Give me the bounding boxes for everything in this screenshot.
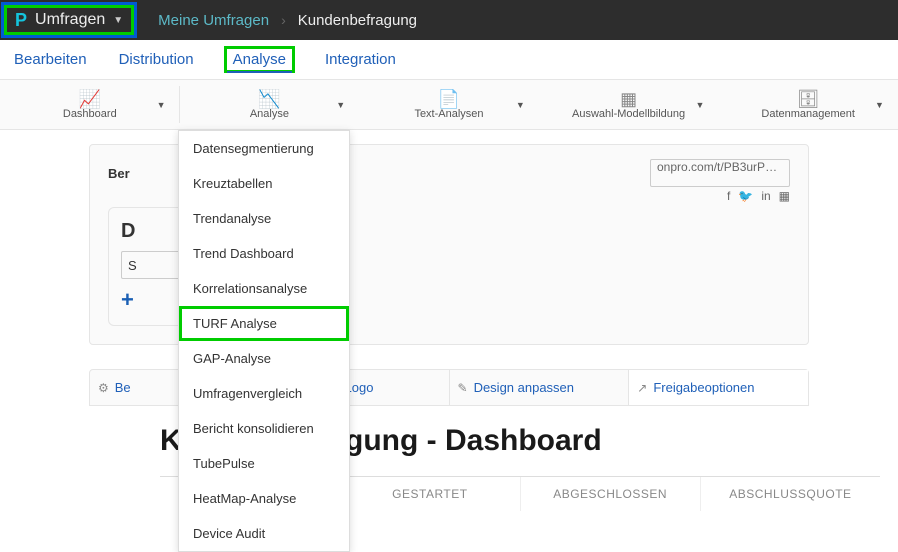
brand-logo-icon: P (15, 10, 27, 31)
ribbon-analyse-label: Analyse (250, 108, 289, 120)
toolbar-settings-label: Be (115, 380, 131, 395)
ribbon-data-management[interactable]: 🗄 Datenmanagement ▼ (718, 80, 898, 129)
caret-down-icon: ▼ (336, 100, 345, 110)
breadcrumb-my-surveys[interactable]: Meine Umfragen (158, 12, 269, 29)
menu-tubepulse[interactable]: TubePulse (179, 446, 349, 481)
menu-device-audit[interactable]: Device Audit (179, 516, 349, 551)
linkedin-icon[interactable]: in (761, 189, 770, 203)
ribbon-dashboard[interactable]: 📈 Dashboard ▼ (0, 80, 180, 129)
tab-integration[interactable]: Integration (323, 47, 398, 72)
main-tabs: Bearbeiten Distribution Analyse Integrat… (0, 40, 898, 80)
matrix-icon: ▦ (620, 90, 637, 108)
menu-data-segmentation[interactable]: Datensegmentierung (179, 131, 349, 166)
document-icon: 📄 (438, 90, 460, 108)
menu-correlation[interactable]: Korrelationsanalyse (179, 271, 349, 306)
menu-gap-analysis[interactable]: GAP-Analyse (179, 341, 349, 376)
stat-started: GESTARTET (340, 477, 520, 511)
caret-down-icon: ▼ (516, 100, 525, 110)
analyse-dropdown-menu: Datensegmentierung Kreuztabellen Trendan… (178, 130, 350, 552)
ribbon-text-label: Text-Analysen (414, 108, 483, 120)
chart-line-icon: 📈 (79, 90, 101, 108)
ribbon-model-label: Auswahl-Modellbildung (572, 108, 685, 120)
menu-turf-analysis[interactable]: TURF Analyse (179, 306, 349, 341)
tab-analyse[interactable]: Analyse (224, 46, 295, 73)
menu-trend-dashboard[interactable]: Trend Dashboard (179, 236, 349, 271)
twitter-icon[interactable]: 🐦 (738, 189, 753, 203)
ribbon-data-label: Datenmanagement (761, 108, 855, 120)
qr-icon[interactable]: ▦ (779, 189, 790, 203)
facebook-icon[interactable]: f (727, 189, 730, 203)
caret-down-icon: ▼ (875, 100, 884, 110)
tab-edit[interactable]: Bearbeiten (12, 47, 89, 72)
toolbar-share-label: Freigabeoptionen (653, 380, 754, 395)
menu-heatmap[interactable]: HeatMap-Analyse (179, 481, 349, 516)
ribbon: 📈 Dashboard ▼ 📉 Analyse ▼ 📄 Text-Analyse… (0, 80, 898, 130)
top-bar: P Umfragen ▼ Meine Umfragen › Kundenbefr… (0, 0, 898, 40)
ribbon-dashboard-label: Dashboard (63, 108, 117, 120)
breadcrumb-separator-icon: › (281, 12, 286, 28)
database-icon: 🗄 (797, 90, 820, 108)
share-icon: ↗ (637, 381, 647, 395)
menu-survey-comparison[interactable]: Umfragenvergleich (179, 376, 349, 411)
stat-completion-rate: ABSCHLUSSQUOTE (701, 477, 880, 511)
ribbon-choice-modeling[interactable]: ▦ Auswahl-Modellbildung ▼ (539, 80, 719, 129)
brand-surveys-label: Umfragen (35, 11, 105, 29)
menu-crosstabs[interactable]: Kreuztabellen (179, 166, 349, 201)
caret-down-icon: ▼ (157, 100, 166, 110)
ribbon-text-analysis[interactable]: 📄 Text-Analysen ▼ (359, 80, 539, 129)
stat-completed: ABGESCHLOSSEN (521, 477, 701, 511)
toolbar-design-button[interactable]: ✎ Design anpassen (450, 370, 630, 405)
survey-url-label: Ber (108, 166, 130, 181)
toolbar-design-label: Design anpassen (474, 380, 574, 395)
survey-url-input[interactable]: onpro.com/t/PB3urPgZB3u (650, 159, 790, 187)
content-area: Ber onpro.com/t/PB3urPgZB3u f 🐦 in ▦ D S… (0, 144, 898, 511)
tab-distribution[interactable]: Distribution (117, 47, 196, 72)
breadcrumb-current: Kundenbefragung (298, 12, 417, 29)
chart-analytics-icon: 📉 (258, 90, 280, 108)
toolbar-share-button[interactable]: ↗ Freigabeoptionen (629, 370, 808, 405)
caret-down-icon: ▼ (113, 15, 123, 26)
menu-trend-analysis[interactable]: Trendanalyse (179, 201, 349, 236)
pencil-icon: ✎ (458, 381, 468, 395)
caret-down-icon: ▼ (695, 100, 704, 110)
social-share-icons: f 🐦 in ▦ (727, 189, 790, 203)
brand-surveys-dropdown[interactable]: P Umfragen ▼ (4, 5, 134, 35)
menu-consolidate-report[interactable]: Bericht konsolidieren (179, 411, 349, 446)
gear-icon: ⚙ (98, 381, 109, 395)
ribbon-analyse[interactable]: 📉 Analyse ▼ (180, 80, 360, 129)
